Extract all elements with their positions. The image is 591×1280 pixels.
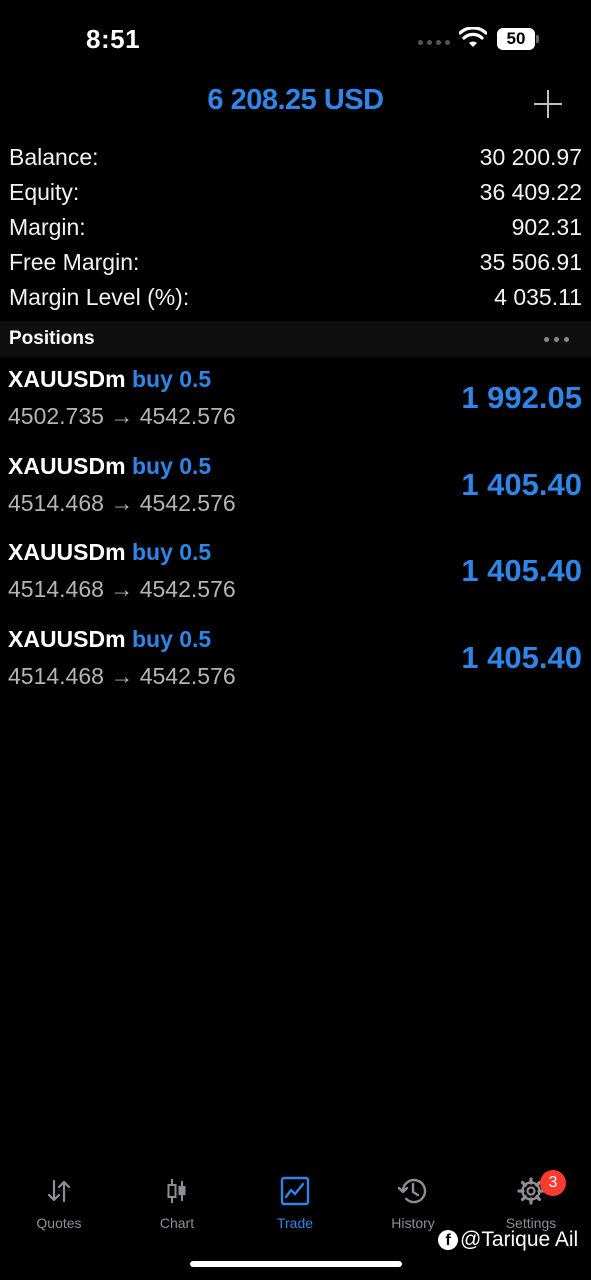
equity-label: Equity:	[9, 179, 80, 205]
arrow-icon: →	[110, 576, 134, 602]
watermark-text: @Tarique Ail	[460, 1228, 579, 1251]
position-symbol: XAUUSDm	[8, 366, 126, 392]
positions-list: XAUUSDm buy 0.5 4502.735 → 4542.576 1 99…	[0, 362, 591, 708]
tab-label: Quotes	[36, 1215, 82, 1231]
balance-row: Balance: 30 200.97	[0, 140, 591, 175]
chart-icon	[167, 1179, 186, 1203]
positions-section-header: Positions	[0, 321, 591, 357]
balance-value: 30 200.97	[479, 144, 582, 170]
more-options-icon[interactable]	[544, 337, 569, 342]
position-title: XAUUSDm buy 0.5	[8, 539, 211, 566]
open-price: 4514.468	[8, 489, 104, 516]
position-prices: 4514.468 → 4542.576	[8, 576, 236, 603]
margin-level-label: Margin Level (%):	[9, 284, 190, 310]
position-symbol: XAUUSDm	[8, 539, 126, 565]
open-price: 4502.735	[8, 403, 104, 429]
position-side: buy 0.5	[131, 452, 212, 479]
position-side: buy 0.5	[131, 539, 212, 565]
add-order-button[interactable]	[533, 89, 563, 119]
position-profit: 1 405.40	[461, 639, 582, 675]
mt5-trade-screen: 8:51 50 6 208.25 USD Balance: 30 200.97 …	[0, 0, 591, 1280]
position-title: XAUUSDm buy 0.5	[8, 626, 211, 653]
open-price: 4514.468	[8, 576, 104, 602]
position-profit: 1 992.05	[461, 380, 582, 415]
position-row[interactable]: XAUUSDm buy 0.5 4514.468 → 4542.576 1 40…	[0, 622, 591, 709]
arrow-icon: →	[110, 489, 134, 516]
positions-title: Positions	[9, 328, 95, 349]
position-profit: 1 405.40	[461, 466, 582, 502]
free-margin-row: Free Margin: 35 506.91	[0, 245, 591, 280]
current-price: 4542.576	[139, 403, 236, 429]
tab-quotes[interactable]: Quotes	[0, 1170, 118, 1240]
quotes-icon	[47, 1179, 71, 1203]
trade-icon	[280, 1176, 310, 1206]
open-price: 4514.468	[8, 662, 104, 689]
position-row[interactable]: XAUUSDm buy 0.5 4502.735 → 4542.576 1 99…	[0, 362, 591, 449]
history-icon	[397, 1178, 427, 1204]
position-prices: 4514.468 → 4542.576	[8, 663, 236, 690]
free-margin-label: Free Margin:	[9, 249, 140, 275]
margin-value: 902.31	[511, 214, 582, 240]
position-title: XAUUSDm buy 0.5	[8, 366, 211, 393]
position-symbol: XAUUSDm	[8, 452, 126, 479]
position-side: buy 0.5	[131, 625, 212, 652]
account-profit-title: 6 208.25 USD	[207, 84, 384, 116]
settings-notification-badge: 3	[540, 1170, 566, 1196]
battery-icon: 50	[497, 28, 535, 50]
margin-label: Margin:	[9, 214, 86, 240]
current-price: 4542.576	[139, 662, 236, 689]
equity-row: Equity: 36 409.22	[0, 175, 591, 210]
balance-label: Balance:	[9, 144, 99, 170]
tab-label: Trade	[276, 1215, 314, 1231]
status-bar: 8:51 50	[0, 0, 591, 80]
current-price: 4542.576	[139, 576, 236, 602]
position-title: XAUUSDm buy 0.5	[8, 453, 211, 480]
battery-cap	[536, 35, 539, 43]
wifi-icon	[459, 27, 487, 47]
position-prices: 4502.735 → 4542.576	[8, 403, 236, 430]
cellular-signal-icon	[418, 40, 450, 45]
position-profit: 1 405.40	[461, 553, 582, 588]
current-price: 4542.576	[139, 489, 236, 516]
arrow-icon: →	[110, 403, 134, 429]
account-summary: Balance: 30 200.97 Equity: 36 409.22 Mar…	[0, 140, 591, 315]
position-symbol: XAUUSDm	[8, 625, 126, 652]
position-row[interactable]: XAUUSDm buy 0.5 4514.468 → 4542.576 1 40…	[0, 449, 591, 536]
position-side: buy 0.5	[131, 366, 212, 392]
margin-row: Margin: 902.31	[0, 210, 591, 245]
margin-level-row: Margin Level (%): 4 035.11	[0, 280, 591, 315]
home-indicator[interactable]	[190, 1261, 402, 1267]
position-row[interactable]: XAUUSDm buy 0.5 4514.468 → 4542.576 1 40…	[0, 535, 591, 622]
margin-level-value: 4 035.11	[494, 284, 582, 310]
equity-value: 36 409.22	[479, 179, 582, 205]
facebook-icon: f	[438, 1230, 458, 1250]
watermark: f @Tarique Ail	[438, 1228, 578, 1252]
position-prices: 4514.468 → 4542.576	[8, 490, 236, 517]
tab-chart[interactable]: Chart	[118, 1170, 236, 1240]
tab-trade[interactable]: Trade	[236, 1170, 354, 1240]
arrow-icon: →	[110, 662, 134, 689]
status-time: 8:51	[86, 24, 141, 54]
free-margin-value: 35 506.91	[479, 249, 582, 275]
tab-label: Chart	[159, 1215, 195, 1231]
